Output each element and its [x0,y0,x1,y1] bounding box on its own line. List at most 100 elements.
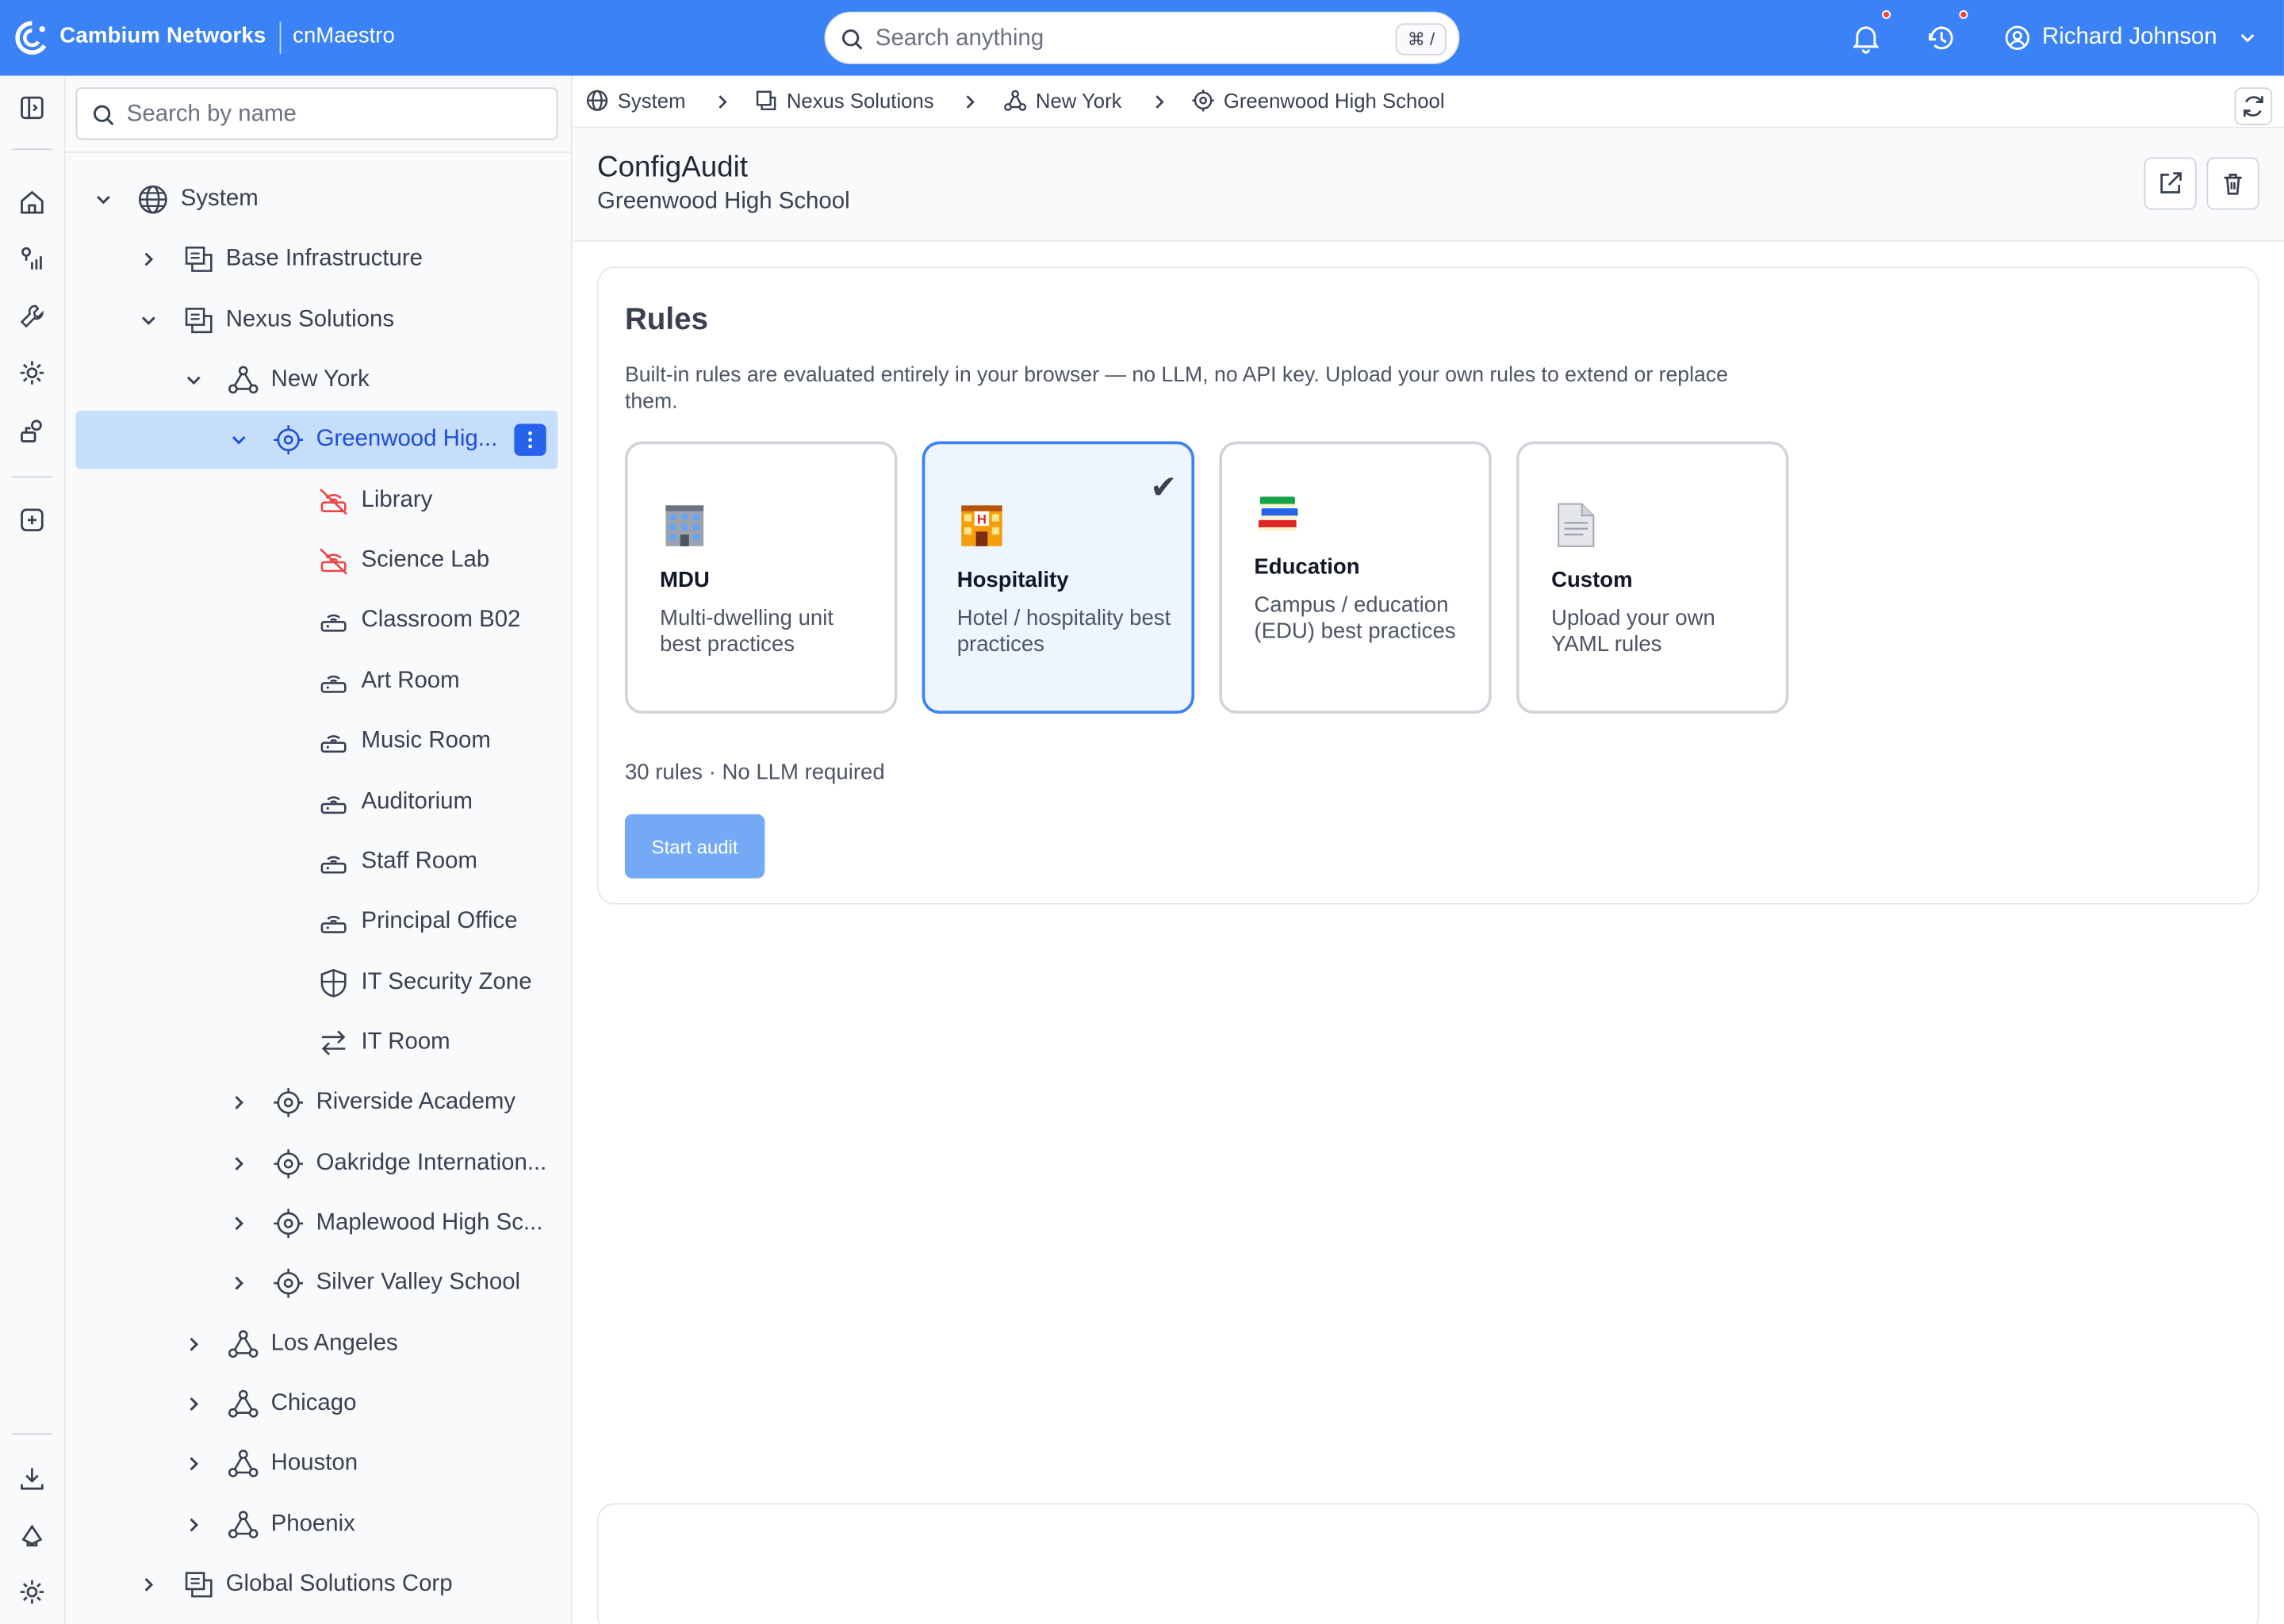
chevron-down-icon[interactable] [94,190,114,210]
open-external-button[interactable] [2144,157,2197,210]
tree-node[interactable]: Classroom B02 [274,592,561,650]
settings-icon[interactable] [17,1577,47,1607]
breadcrumb-label: Nexus Solutions [786,89,934,113]
tree-node[interactable]: Nexus Solutions [138,291,561,349]
global-search-input[interactable] [875,21,1371,57]
tree-node-label: IT Security Zone [361,969,532,994]
main-content: Rules Built-in rules are evaluated entir… [573,241,2284,1624]
chevron-right-icon[interactable] [183,1334,204,1354]
tree-search-input[interactable] [126,98,535,133]
tree-node[interactable]: Science Lab [274,532,561,590]
tree-node[interactable]: Staff Room [274,833,561,891]
tree-node[interactable]: New York [183,351,561,409]
start-audit-button[interactable]: Start audit [624,814,765,879]
breadcrumb-label: Greenwood High School [1223,89,1445,113]
home-icon[interactable] [17,188,47,217]
tree-node[interactable]: Greenwood Hig... [75,411,558,470]
tree-node-label: Chicago [270,1391,357,1416]
tree-node[interactable]: Houston [183,1435,561,1493]
user-menu[interactable]: Richard Johnson [2004,21,2258,56]
rule-option-hospitality[interactable]: ✔ H Hospitality Hotel / hospitality best… [922,441,1195,714]
chevron-right-icon[interactable] [183,1515,204,1535]
chevron-right-icon[interactable] [183,1394,204,1415]
tree-node-label: Greenwood Hig... [316,427,498,453]
tree-node[interactable]: Maplewood High Sc... [228,1194,561,1252]
rule-option-mdu[interactable]: MDU Multi-dwelling unit best practices [624,441,898,714]
add-icon[interactable] [17,505,47,534]
tree-node-label: Science Lab [361,547,490,573]
chevron-right-icon[interactable] [228,1274,249,1294]
chevron-right-icon[interactable] [228,1213,249,1234]
breadcrumb-item-newyork[interactable]: New York [1003,89,1122,112]
refresh-icon [2243,96,2263,117]
chevron-down-icon[interactable] [228,431,249,451]
tree-node[interactable]: Oakridge Internation... [228,1134,561,1192]
chevron-down-icon[interactable] [138,310,159,331]
breadcrumb-item-greenwood[interactable]: Greenwood High School [1191,89,1445,113]
switch-icon [317,1027,349,1059]
sidebar-toggle-icon[interactable] [17,94,47,123]
chevron-right-icon[interactable] [138,250,159,270]
tree-node[interactable]: Principal Office [274,893,561,951]
tree-node[interactable]: System [94,170,561,228]
tree-node[interactable]: IT Security Zone [274,953,561,1011]
rule-option-custom[interactable]: Custom Upload your own YAML rules [1516,441,1789,714]
notification-bell-icon[interactable] [1850,22,1882,54]
rule-option-desc: Hotel / hospitality best practices [956,606,1171,657]
activity-icon[interactable] [1926,22,1957,54]
site-icon [272,1147,304,1179]
tree-node-label: New York [270,366,370,393]
monitor-icon[interactable] [17,245,47,274]
tree-node[interactable]: Library [274,472,561,530]
chevron-right-icon[interactable] [228,1093,249,1113]
more-options-button[interactable] [514,424,546,457]
breadcrumb-label: System [617,89,686,113]
external-link-icon [2160,172,2182,193]
chevron-down-icon[interactable] [183,370,204,391]
chevron-down-icon [2240,34,2255,43]
feedback-icon[interactable] [17,1521,47,1550]
breadcrumb: System Nexus Solutions New York Greenwoo… [573,76,2284,128]
global-search[interactable]: ⌘ / [824,11,1460,64]
refresh-button[interactable] [2234,87,2273,125]
tree-node[interactable]: Phoenix [183,1496,561,1553]
tree-search[interactable] [75,87,558,140]
tree-node[interactable]: Riverside Academy [228,1074,561,1132]
chevron-right-icon [966,95,975,109]
tools-icon[interactable] [17,416,47,446]
tree-node[interactable]: Los Angeles [183,1315,561,1373]
tree-node[interactable]: Auditorium [274,772,561,830]
chevron-right-icon[interactable] [138,1575,159,1595]
tree-node[interactable]: IT Room [274,1013,561,1071]
rules-card: Rules Built-in rules are evaluated entir… [597,266,2259,905]
site-icon [1192,89,1214,112]
check-icon: ✔ [1150,470,1178,508]
tree-node-label: Riverside Academy [316,1090,516,1115]
tree-node[interactable]: Base Infrastructure [138,231,561,289]
books-icon [1258,496,1298,530]
org-icon [182,304,214,335]
wrench-icon[interactable] [17,301,47,331]
site-icon [272,1268,304,1300]
rule-option-name: MDU [660,568,710,593]
tree-node-label: Music Room [361,728,491,753]
tree-node[interactable]: Silver Valley School [228,1254,561,1312]
delete-button[interactable] [2206,157,2259,210]
tree-node[interactable]: Art Room [274,653,561,710]
tree-node-label: Principal Office [361,909,518,934]
rail-divider [11,148,53,151]
tree-node[interactable]: Music Room [274,712,561,770]
breadcrumb-item-system[interactable]: System [585,89,686,113]
tree-node[interactable]: Chicago [183,1375,561,1433]
gear-icon[interactable] [17,358,47,388]
rule-option-education[interactable]: Education Campus / education (EDU) best … [1219,441,1492,714]
chevron-right-icon[interactable] [183,1454,204,1475]
download-icon[interactable] [17,1464,47,1493]
breadcrumb-item-nexus[interactable]: Nexus Solutions [754,89,934,113]
rule-option-name: Hospitality [956,568,1069,593]
chevron-right-icon[interactable] [228,1153,249,1174]
tree-node[interactable]: Global Solutions Corp [138,1556,561,1614]
tree-node-label: Global Solutions Corp [225,1571,453,1597]
building-icon [665,505,704,546]
